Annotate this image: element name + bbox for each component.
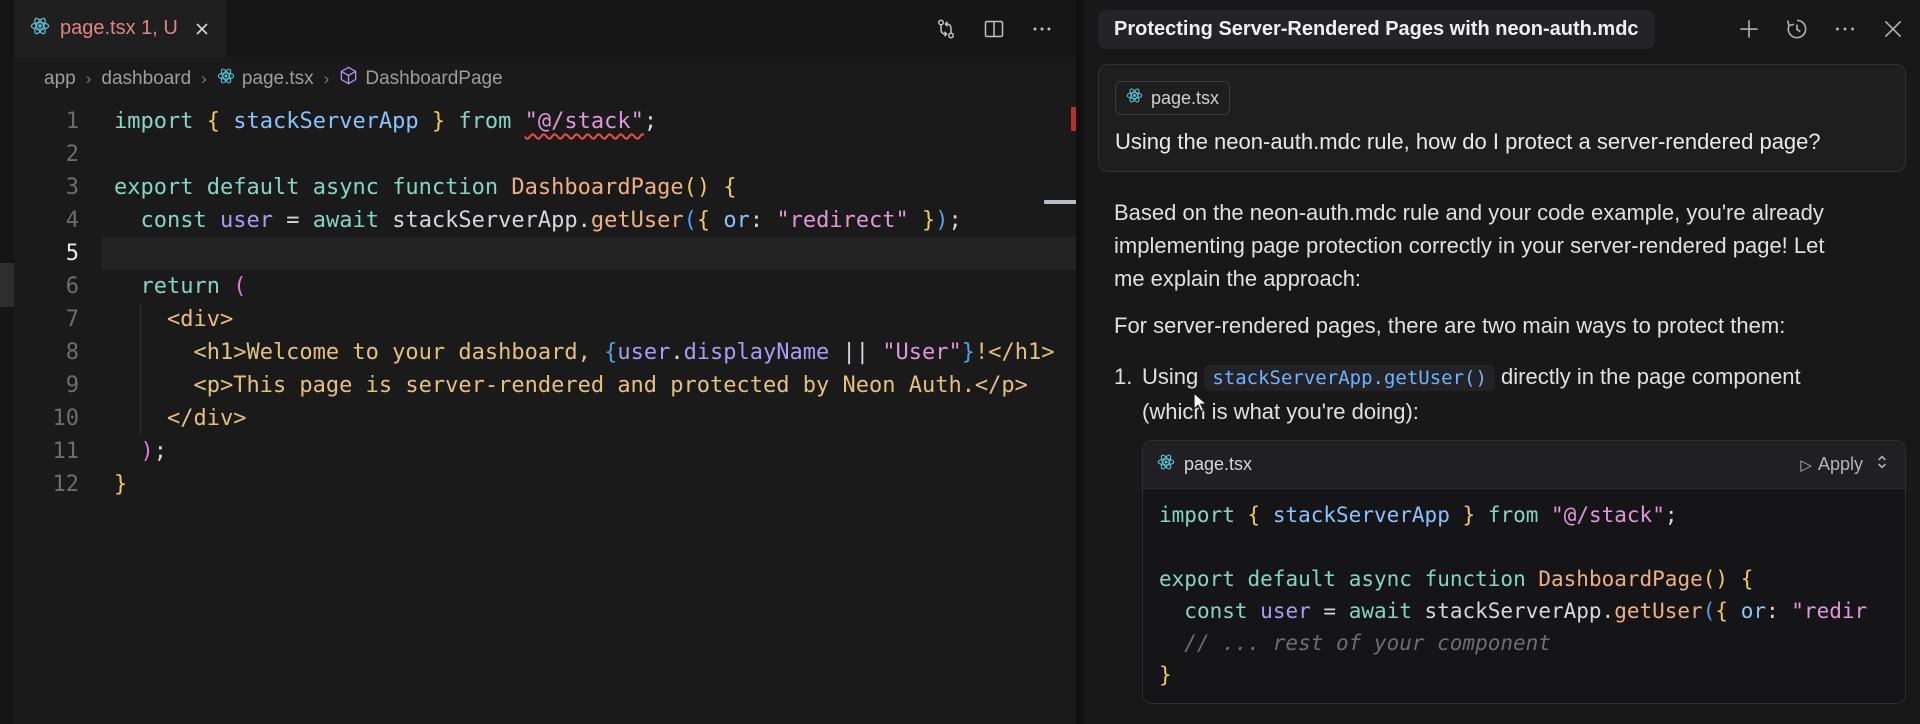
rail-scroll-handle[interactable]	[0, 263, 14, 307]
breadcrumb-symbol[interactable]: DashboardPage	[339, 66, 502, 91]
tab-bar: page.tsx 1, U	[14, 0, 1076, 57]
code-line: const user = await stackServerApp.getUse…	[1159, 595, 1889, 627]
line-number: 2	[14, 138, 79, 171]
code-line[interactable]: 5	[14, 237, 1076, 270]
symbol-cube-icon	[339, 66, 358, 91]
new-chat-icon[interactable]	[1736, 16, 1762, 42]
code-line[interactable]: 12}	[14, 468, 1076, 501]
code-line: // ... rest of your component	[1159, 627, 1889, 659]
code-block-filename: page.tsx	[1184, 454, 1252, 475]
breadcrumb: app › dashboard › page.tsx ›	[14, 57, 1076, 100]
more-actions-icon[interactable]	[1832, 16, 1858, 42]
code-editor[interactable]: 1import { stackServerApp } from "@/stack…	[14, 100, 1076, 501]
chevron-right-icon: ›	[201, 69, 207, 89]
code-line[interactable]: 10 </div>	[14, 402, 1076, 435]
line-number: 8	[14, 336, 79, 369]
list-item-1: 1. Using stackServerApp.getUser() direct…	[1114, 360, 1906, 428]
user-question: Using the neon-auth.mdc rule, how do I p…	[1115, 129, 1889, 155]
apply-button[interactable]: ▷ Apply	[1800, 454, 1863, 475]
list-number: 1.	[1114, 360, 1142, 428]
split-editor-icon[interactable]	[982, 17, 1006, 41]
code-line[interactable]: 4 const user = await stackServerApp.getU…	[14, 204, 1076, 237]
response-paragraph: Based on the neon-auth.mdc rule and your…	[1114, 196, 1826, 295]
line-number: 4	[14, 204, 79, 237]
tab-page-tsx[interactable]: page.tsx 1, U	[14, 0, 226, 57]
assistant-response: Based on the neon-auth.mdc rule and your…	[1098, 196, 1906, 704]
line-number: 5	[14, 237, 79, 270]
chat-code-block: page.tsx ▷ Apply	[1142, 440, 1906, 704]
code-line[interactable]: 6 return (	[14, 270, 1076, 303]
chat-panel: Protecting Server-Rendered Pages with ne…	[1084, 0, 1920, 724]
react-icon	[30, 16, 50, 41]
code-line[interactable]: 2	[14, 138, 1076, 171]
user-message: page.tsx Using the neon-auth.mdc rule, h…	[1098, 64, 1906, 172]
react-icon	[217, 67, 235, 91]
code-block-header: page.tsx ▷ Apply	[1143, 441, 1905, 489]
line-number: 3	[14, 171, 79, 204]
cursor-line-marker	[1044, 200, 1077, 204]
code-line[interactable]: 11 );	[14, 435, 1076, 468]
chevron-right-icon: ›	[86, 69, 92, 89]
app-window: page.tsx 1, U	[0, 0, 1920, 724]
code-line	[1159, 531, 1889, 563]
breadcrumb-file[interactable]: page.tsx	[217, 67, 314, 91]
code-line[interactable]: 1import { stackServerApp } from "@/stack…	[14, 105, 1076, 138]
code-line[interactable]: 8 <h1>Welcome to your dashboard, {user.d…	[14, 336, 1076, 369]
line-number: 10	[14, 402, 79, 435]
code-line[interactable]: 9 <p>This page is server-rendered and pr…	[14, 369, 1076, 402]
editor-pane: page.tsx 1, U	[14, 0, 1076, 724]
left-rail	[0, 0, 14, 724]
chip-label: page.tsx	[1151, 88, 1219, 109]
code-line: }	[1159, 659, 1889, 691]
history-icon[interactable]	[1784, 16, 1810, 42]
line-number: 1	[14, 105, 79, 138]
line-number: 9	[14, 369, 79, 402]
react-icon	[1157, 453, 1175, 476]
chat-title[interactable]: Protecting Server-Rendered Pages with ne…	[1098, 10, 1655, 49]
tab-label: page.tsx 1, U	[60, 17, 178, 40]
line-number: 11	[14, 435, 79, 468]
breadcrumb-app[interactable]: app	[44, 68, 76, 90]
close-icon[interactable]	[1880, 16, 1906, 42]
code-line[interactable]: 7 <div>	[14, 303, 1076, 336]
code-line: import { stackServerApp } from "@/stack"…	[1159, 499, 1889, 531]
open-changes-icon[interactable]	[934, 17, 958, 41]
line-number: 6	[14, 270, 79, 303]
response-paragraph: For server-rendered pages, there are two…	[1114, 309, 1906, 342]
panel-divider[interactable]	[1076, 0, 1084, 724]
inline-code[interactable]: stackServerApp.getUser()	[1204, 365, 1495, 391]
tab-close-icon[interactable]	[194, 21, 210, 37]
editor-actions	[934, 0, 1054, 57]
chevron-right-icon: ›	[324, 69, 330, 89]
mouse-cursor	[1192, 392, 1214, 421]
list-line-2: (which is what you're doing):	[1142, 399, 1419, 424]
line-number: 7	[14, 303, 79, 336]
indent-guide	[140, 303, 141, 435]
expand-icon[interactable]	[1873, 453, 1891, 476]
breadcrumb-dashboard[interactable]: dashboard	[101, 68, 191, 90]
code-block-body[interactable]: import { stackServerApp } from "@/stack"…	[1143, 489, 1905, 703]
play-icon: ▷	[1800, 456, 1812, 474]
react-icon	[1126, 87, 1143, 109]
code-line[interactable]: 3export default async function Dashboard…	[14, 171, 1076, 204]
context-chip-page-tsx[interactable]: page.tsx	[1115, 81, 1230, 115]
more-actions-icon[interactable]	[1030, 17, 1054, 41]
line-number: 12	[14, 468, 79, 501]
chat-header: Protecting Server-Rendered Pages with ne…	[1098, 0, 1906, 58]
code-line: export default async function DashboardP…	[1159, 563, 1889, 595]
